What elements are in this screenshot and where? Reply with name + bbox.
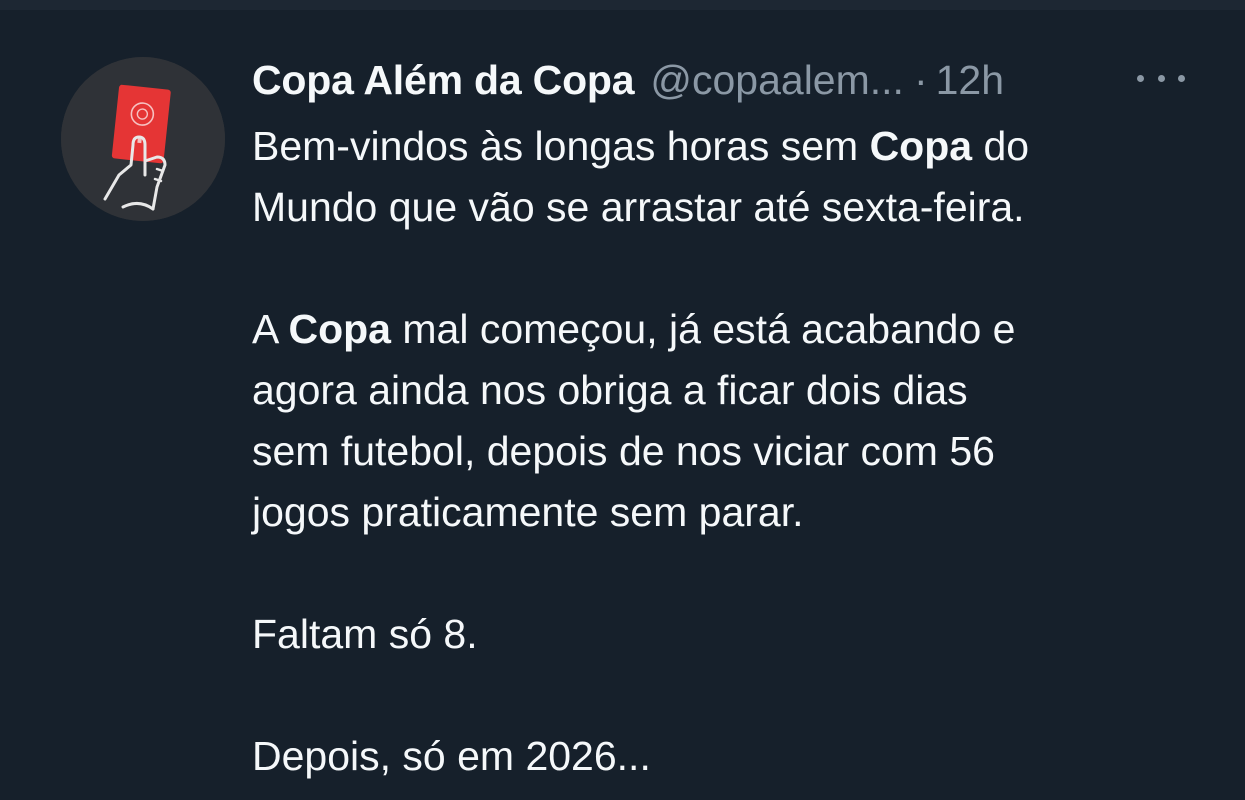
avatar[interactable] <box>61 57 225 221</box>
more-horizontal-icon-dot-3 <box>1178 74 1185 82</box>
paragraph-2-line-2: agora ainda nos obriga a ficar dois dias <box>252 367 968 413</box>
bold-keyword: Copa <box>869 123 973 169</box>
text-segment: A <box>252 306 289 352</box>
separator-dot: · <box>913 56 928 103</box>
text-segment: do <box>972 123 1030 169</box>
paragraph-2-line-3: sem futebol, depois de nos viciar com 56 <box>252 428 995 474</box>
bold-keyword: Copa <box>288 306 391 352</box>
user-handle[interactable]: @copaalem... <box>650 57 904 104</box>
top-divider <box>0 0 1245 10</box>
text-segment: mal começou, já está acabando e <box>390 306 1016 352</box>
more-options-button[interactable] <box>1137 66 1185 90</box>
tweet-header: Copa Além da Copa @copaalem... · 12h <box>252 52 1004 108</box>
paragraph-2-line-1: A Copa mal começou, já está acabando e <box>252 299 1227 360</box>
red-card-hand-icon <box>61 57 225 221</box>
display-name[interactable]: Copa Além da Copa <box>252 57 635 104</box>
paragraph-4: Depois, só em 2026... <box>252 733 651 779</box>
more-horizontal-icon-dot-2 <box>1157 74 1165 82</box>
tweet-text: Bem-vindos às longas horas sem Copa do M… <box>252 116 1227 787</box>
paragraph-1-line-1: Bem-vindos às longas horas sem Copa do <box>252 116 1227 177</box>
more-horizontal-icon <box>1137 74 1144 82</box>
tweet[interactable]: Copa Além da Copa @copaalem... · 12h Bem… <box>0 10 1245 800</box>
text-segment: Bem-vindos às longas horas sem <box>252 123 870 169</box>
paragraph-2-line-4: jogos praticamente sem parar. <box>252 489 804 535</box>
paragraph-1-line-2: Mundo que vão se arrastar até sexta-feir… <box>252 184 1025 230</box>
paragraph-3: Faltam só 8. <box>252 611 478 657</box>
timestamp[interactable]: 12h <box>936 57 1004 104</box>
